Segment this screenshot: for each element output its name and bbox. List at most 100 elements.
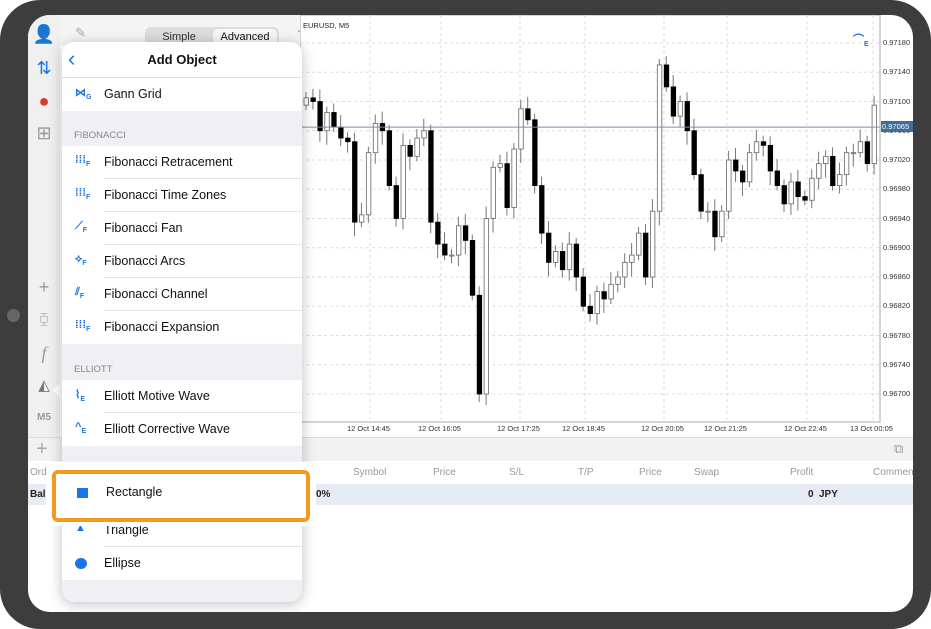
candle-body [774, 170, 780, 186]
candle-body [428, 130, 434, 223]
price-chart[interactable]: EURUSD, M5 ⌒E 0.97180 0.97140 0.97100 0.970… [299, 15, 913, 452]
ellipse-icon [75, 555, 93, 571]
pencil-icon[interactable]: ✎ [75, 25, 86, 41]
menu-item-rectangle[interactable]: Rectangle [52, 470, 310, 522]
price-tick: 0.96980 [883, 184, 911, 194]
col-symbol: Symbol [353, 467, 387, 478]
candle-body [573, 243, 580, 278]
timeframe-button[interactable]: M5 [28, 412, 60, 423]
candle-body [552, 251, 559, 263]
candle-body [663, 64, 670, 88]
chat-icon[interactable]: ● [28, 91, 60, 112]
price-tick: 0.97100 [883, 96, 911, 106]
col-price-current: Price [639, 467, 662, 478]
indicators-icon[interactable]: f [28, 343, 60, 364]
menu-item-elliott-corrective-wave[interactable]: ^E Elliott Corrective Wave [62, 413, 302, 446]
candle-body [331, 112, 337, 128]
price-tick: 0.96900 [883, 242, 911, 252]
candle-body [788, 181, 794, 205]
popup-title: Add Object [147, 52, 217, 67]
candle-body [559, 251, 566, 271]
section-elliott: ELLIOTT [74, 364, 113, 375]
fibonacci-channel-icon: ⫽F [75, 286, 85, 301]
fibonacci-expansion-icon: ⁞⁞⁞F [75, 319, 91, 334]
crosshair-icon[interactable]: + [28, 277, 60, 298]
menu-item-fibonacci-time-zones[interactable]: ⁞⁞⁞F Fibonacci Time Zones [62, 179, 302, 212]
candle-body [684, 101, 690, 132]
candle-body [629, 254, 635, 263]
candle-body [864, 141, 871, 165]
candle-body [850, 152, 857, 155]
candle-body [539, 185, 545, 234]
candle-body [317, 101, 323, 132]
candle-body [566, 243, 573, 271]
candle-body [483, 218, 490, 395]
top-toolbar: ✎ Simple Advanced + [60, 15, 309, 47]
new-order-icon[interactable]: ⊞ [28, 123, 60, 144]
candle-body [435, 221, 441, 245]
candle-body [871, 104, 877, 165]
chart-canvas[interactable] [299, 15, 913, 452]
time-tick: 12 Oct 18:45 [562, 424, 605, 433]
candle-body [719, 210, 725, 238]
app-screen: 👤 ⇅ ● ⊞ + ⧮ f ◭ M5 + ✎ Simple Advanced +… [28, 15, 913, 612]
candle-body [656, 64, 663, 212]
candle-body [733, 159, 739, 172]
candle-body [386, 130, 393, 186]
tablet-frame: 👤 ⇅ ● ⊞ + ⧮ f ◭ M5 + ✎ Simple Advanced +… [0, 0, 931, 629]
candle-body [462, 225, 469, 241]
highlight-callout: Rectangle [46, 462, 316, 526]
candle-body [359, 214, 365, 223]
candle-body [830, 155, 836, 186]
fibonacci-fan-icon: ⟋F [75, 220, 87, 235]
add-panel-icon[interactable]: + [36, 438, 48, 461]
menu-item-fibonacci-channel[interactable]: ⫽F Fibonacci Channel [62, 278, 302, 311]
menu-item-elliott-motive-wave[interactable]: ⌇E Elliott Motive Wave [62, 380, 302, 413]
menu-item-fibonacci-expansion[interactable]: ⁞⁞⁞F Fibonacci Expansion [62, 311, 302, 344]
candle-body [407, 144, 413, 157]
candle-body [421, 130, 427, 139]
menu-item-fibonacci-fan[interactable]: ⟋F Fibonacci Fan [62, 212, 302, 245]
menu-item-fibonacci-arcs[interactable]: ⟡F Fibonacci Arcs [62, 245, 302, 278]
rectangle-icon [77, 488, 88, 498]
price-tick: 0.97020 [883, 155, 911, 164]
col-price: Price [433, 467, 456, 478]
candle-body [615, 276, 621, 285]
candle-body [393, 185, 399, 219]
price-tick: 0.96860 [883, 272, 911, 281]
candle-body [837, 174, 843, 186]
menu-item-fibonacci-retracement[interactable]: ⁞⁞⁞F Fibonacci Retracement [62, 146, 302, 179]
candle-body [490, 166, 496, 219]
elliott-motive-wave-icon: ⌇E [75, 389, 86, 404]
candle-body [372, 123, 379, 154]
balance-percent: 0% [316, 489, 331, 500]
candle-body [802, 196, 808, 201]
candle-body [525, 108, 531, 121]
panel-layout-icon[interactable]: ⧉ [894, 441, 903, 457]
candle-body [795, 181, 801, 197]
fibonacci-retracement-icon: ⁞⁞⁞F [75, 154, 91, 169]
col-profit: Profit [790, 467, 814, 478]
menu-item-ellipse[interactable]: Ellipse [62, 547, 302, 580]
candle-body [636, 232, 642, 256]
candle-body [816, 163, 822, 179]
camera-dot [7, 309, 20, 322]
trade-transfer-icon[interactable]: ⇅ [28, 58, 60, 79]
candle-body [338, 126, 344, 139]
balance-label: Bal [30, 489, 46, 500]
gann-grid-icon: ⋈G [75, 87, 92, 102]
chart-type-icon[interactable]: ⧮ [28, 310, 60, 327]
account-icon[interactable]: 👤 [28, 24, 60, 45]
menu-item-gann-grid[interactable]: ⋈G Gann Grid [62, 78, 302, 111]
candle-body [400, 144, 406, 219]
candle-body [767, 144, 774, 172]
elliott-object-icon[interactable]: ⌒E [853, 31, 869, 48]
candle-body [608, 283, 614, 300]
candle-body [546, 232, 552, 263]
candle-body [352, 141, 358, 223]
candle-body [809, 177, 815, 201]
section-fibonacci: FIBONACCI [74, 130, 126, 141]
candle-body [365, 152, 372, 216]
candle-body [698, 174, 704, 212]
candle-body [712, 210, 718, 238]
